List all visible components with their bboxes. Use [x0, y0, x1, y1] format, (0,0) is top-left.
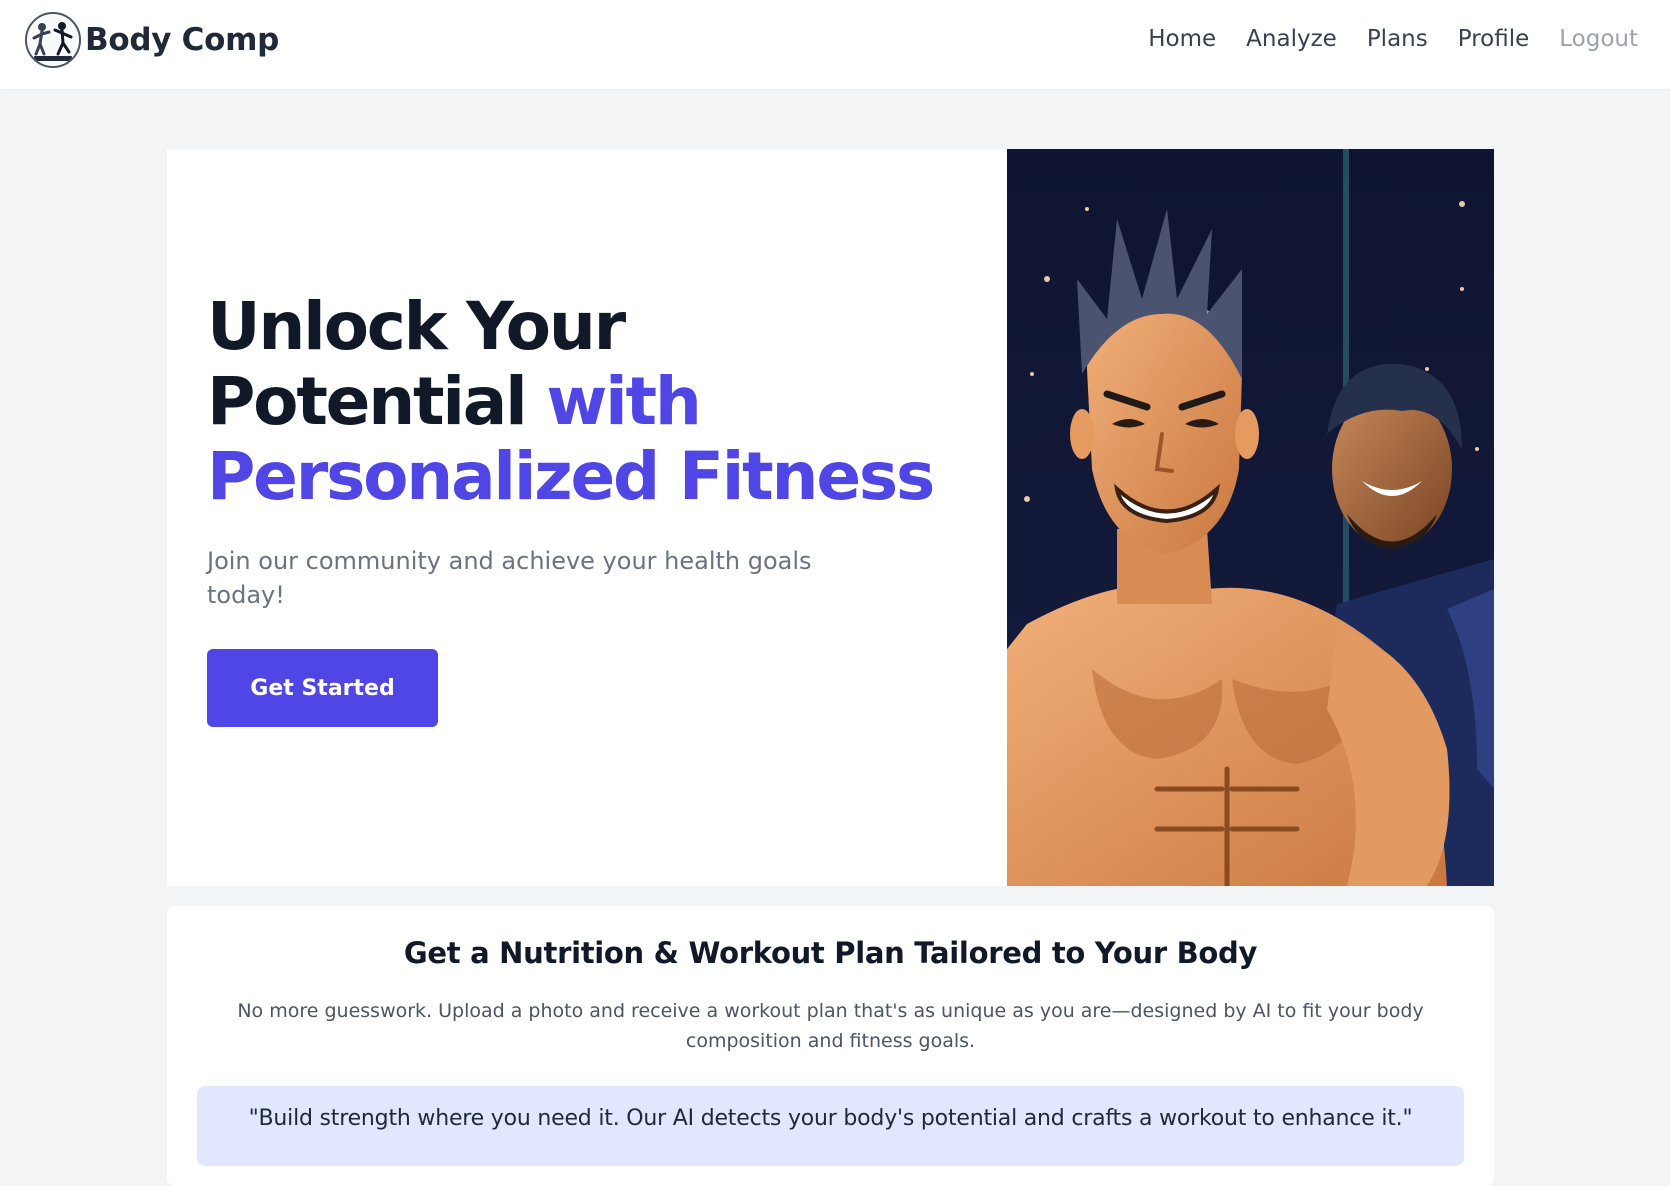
brand-name: Body Comp — [85, 22, 279, 58]
hero-text-block: Unlock Your Potential with Personalized Fi… — [207, 289, 997, 612]
hero-title-line2: Potential — [207, 363, 528, 440]
fitness-logo-icon — [25, 12, 81, 68]
get-started-button[interactable]: Get Started — [207, 649, 438, 727]
testimonial-quote-box: "Build strength where you need it. Our A… — [197, 1086, 1464, 1166]
hero-section: Unlock Your Potential with Personalized Fi… — [167, 149, 1494, 886]
nav-profile[interactable]: Profile — [1458, 26, 1530, 52]
features-description: No more guesswork. Upload a photo and re… — [237, 1000, 1424, 1052]
features-card: Get a Nutrition & Workout Plan Tailored … — [167, 906, 1494, 1186]
hero-subtitle: Join our community and achieve your heal… — [207, 547, 812, 609]
nav-plans[interactable]: Plans — [1367, 26, 1428, 52]
nav-logout[interactable]: Logout — [1559, 26, 1638, 52]
main-nav: Home Analyze Plans Profile Logout — [1148, 22, 1638, 56]
top-navbar: Body Comp Home Analyze Plans Profile Log… — [0, 0, 1670, 89]
hero-title-accent-with: with — [546, 363, 702, 440]
hero-title: Unlock Your Potential with Personalized Fi… — [207, 289, 997, 514]
nav-home[interactable]: Home — [1148, 26, 1216, 52]
hero-title-accent-fitness: Personalized Fitness — [207, 438, 935, 515]
features-title: Get a Nutrition & Workout Plan Tailored … — [403, 936, 1258, 970]
hero-title-line1: Unlock Your — [207, 288, 626, 365]
nav-analyze[interactable]: Analyze — [1246, 26, 1337, 52]
testimonial-quote: "Build strength where you need it. Our A… — [248, 1106, 1413, 1131]
hero-illustration — [1007, 149, 1494, 886]
brand-home-link[interactable]: Body Comp — [25, 12, 279, 68]
